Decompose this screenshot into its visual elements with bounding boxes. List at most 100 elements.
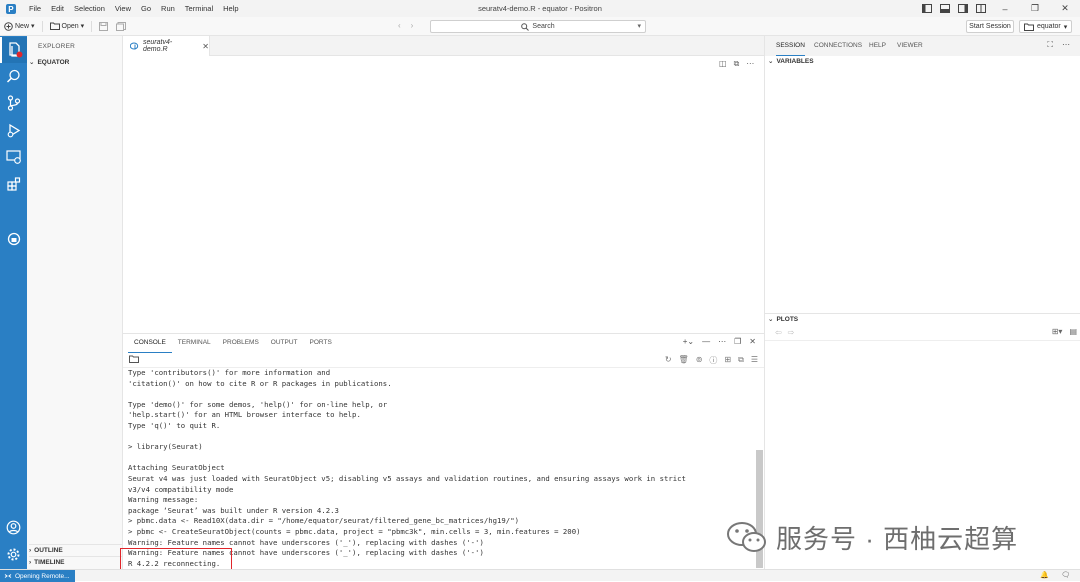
console-line: v3/v4 compatibility mode <box>128 484 234 494</box>
forward-arrow-icon[interactable]: › <box>411 21 414 30</box>
run-debug-icon[interactable] <box>0 117 27 143</box>
console-output[interactable]: Type 'contributors()' for more informati… <box>128 368 754 570</box>
tab-output[interactable]: OUTPUT <box>265 334 304 352</box>
console-line: > pbmc <- CreateSeuratObject(counts = pb… <box>128 526 581 536</box>
explorer-sidebar: EXPLORER ⌄ EQUATOR › OUTLINE › TIMELINE <box>27 36 123 569</box>
settings-gear-icon[interactable] <box>0 541 27 567</box>
plots-toolbar: ⇦ ⇨ ⊞▾ ▤ <box>765 326 1080 341</box>
tab-connections[interactable]: CONNECTIONS <box>814 36 862 56</box>
maximize-panel-icon[interactable]: ❐ <box>734 337 741 346</box>
chevron-right-icon: › <box>29 547 32 554</box>
console-line: package ‘Seurat’ was built under R versi… <box>128 505 339 515</box>
new-button[interactable]: New ▾ <box>0 21 39 31</box>
menu-file[interactable]: File <box>24 0 46 17</box>
folder-icon <box>49 22 60 30</box>
menu-bar: File Edit Selection View Go Run Terminal… <box>24 0 244 17</box>
command-search-box[interactable]: Search ▾ <box>430 20 646 33</box>
notifications-icon[interactable]: 🗨 <box>1061 571 1070 579</box>
expand-icon[interactable]: ⛶ <box>1047 40 1053 50</box>
chevron-right-icon: › <box>29 559 32 566</box>
outline-section[interactable]: › OUTLINE <box>29 544 122 556</box>
menu-selection[interactable]: Selection <box>69 0 110 17</box>
panel-actions: +⌄ — ⋯ ❐ ✕ <box>683 337 756 346</box>
menu-terminal[interactable]: Terminal <box>180 0 218 17</box>
account-icon[interactable] <box>0 514 27 540</box>
watermark: 服务号 · 西柚云超算 <box>726 517 1056 557</box>
plot-history-arrows: ⇦ ⇨ <box>775 328 794 337</box>
panel-toggle-icon[interactable] <box>936 4 954 13</box>
previous-plot-icon[interactable]: ⇦ <box>775 328 782 337</box>
remote-indicator[interactable]: Opening Remote... <box>0 570 75 582</box>
interrupt-icon[interactable]: ⊚ <box>696 355 703 366</box>
plot-layout-icon[interactable]: ⊞▾ <box>1052 327 1063 336</box>
editor-tab-bar: seuratv4-demo.R ✕ <box>123 36 764 56</box>
add-console-icon[interactable]: +⌄ <box>683 337 694 346</box>
editor-actions: ◫ ⧉ ⋯ <box>719 59 754 69</box>
minimize-icon[interactable]: – <box>990 4 1020 14</box>
extensions-icon[interactable] <box>0 171 27 197</box>
menu-edit[interactable]: Edit <box>46 0 69 17</box>
close-tab-icon[interactable]: ✕ <box>202 42 209 51</box>
plots-section[interactable]: ⌄ PLOTS <box>768 315 798 324</box>
console-line: Warning: Feature names cannot have under… <box>128 537 484 547</box>
menu-help[interactable]: Help <box>218 0 243 17</box>
customize-layout-icon[interactable] <box>972 4 990 13</box>
menu-go[interactable]: Go <box>136 0 156 17</box>
menu-view[interactable]: View <box>110 0 136 17</box>
save-icon[interactable] <box>95 21 112 31</box>
bell-icon[interactable]: 🔔 <box>1040 571 1049 579</box>
explorer-icon[interactable] <box>0 37 27 63</box>
remote-explorer-icon[interactable] <box>0 144 27 170</box>
workspace-root-section[interactable]: ⌄ EQUATOR <box>29 56 69 68</box>
timeline-section[interactable]: › TIMELINE <box>29 556 122 568</box>
workspace-button[interactable]: equator ▾ <box>1019 20 1072 33</box>
svg-text:P: P <box>8 5 14 14</box>
start-session-button[interactable]: Start Session <box>966 20 1014 33</box>
close-panel-icon[interactable]: ✕ <box>749 337 756 346</box>
restart-icon[interactable]: ↻ <box>665 355 672 366</box>
more-actions-icon[interactable]: ⋯ <box>1062 40 1070 50</box>
tab-console[interactable]: CONSOLE <box>128 334 172 353</box>
menu-run[interactable]: Run <box>156 0 180 17</box>
plot-gallery-icon[interactable]: ▤ <box>1069 327 1077 336</box>
copy-console-icon[interactable]: ⧉ <box>738 355 744 366</box>
tab-viewer[interactable]: VIEWER <box>897 36 923 56</box>
console-layout-icon[interactable]: ⊞ <box>724 355 731 366</box>
chevron-down-icon: ⌄ <box>768 316 774 323</box>
layout-toggle-icon[interactable] <box>918 4 936 13</box>
outline-label: OUTLINE <box>34 547 63 554</box>
open-label: Open <box>61 22 79 30</box>
restore-icon[interactable]: ❐ <box>1020 3 1050 14</box>
secondary-sidebar-toggle-icon[interactable] <box>954 4 972 13</box>
open-button[interactable]: Open ▾ <box>46 22 89 30</box>
source-control-icon[interactable] <box>0 90 27 116</box>
next-plot-icon[interactable]: ⇨ <box>788 328 795 337</box>
database-connections-icon[interactable] <box>0 226 27 252</box>
word-wrap-icon[interactable]: ☰ <box>751 355 758 366</box>
info-icon[interactable]: ⓘ <box>709 355 717 366</box>
open-changes-icon[interactable]: ⧉ <box>734 59 740 69</box>
tab-problems[interactable]: PROBLEMS <box>217 334 265 352</box>
back-arrow-icon[interactable]: ‹ <box>398 21 401 30</box>
variables-section[interactable]: ⌄ VARIABLES <box>768 57 814 66</box>
editor-tab-label: seuratv4-demo.R <box>143 39 173 53</box>
plots-actions: ⊞▾ ▤ <box>1052 327 1077 336</box>
save-all-icon[interactable] <box>112 21 130 31</box>
tab-help[interactable]: HELP <box>869 36 886 56</box>
more-actions-icon[interactable]: ⋯ <box>718 337 726 346</box>
code-editor[interactable] <box>123 56 764 333</box>
working-directory-folder-icon[interactable] <box>129 355 139 363</box>
tab-session[interactable]: SESSION <box>776 36 805 56</box>
tab-ports[interactable]: PORTS <box>304 334 338 352</box>
split-editor-icon[interactable]: ◫ <box>719 59 727 69</box>
editor-tab[interactable]: seuratv4-demo.R ✕ <box>123 36 210 56</box>
console-line: Warning message: <box>128 495 199 505</box>
search-icon[interactable] <box>0 63 27 89</box>
close-window-icon[interactable]: ✕ <box>1050 3 1080 14</box>
minimize-panel-icon[interactable]: — <box>702 337 710 346</box>
tab-terminal[interactable]: TERMINAL <box>172 334 217 352</box>
clear-console-icon[interactable]: 🗑 <box>679 355 689 366</box>
more-actions-icon[interactable]: ⋯ <box>746 59 754 69</box>
